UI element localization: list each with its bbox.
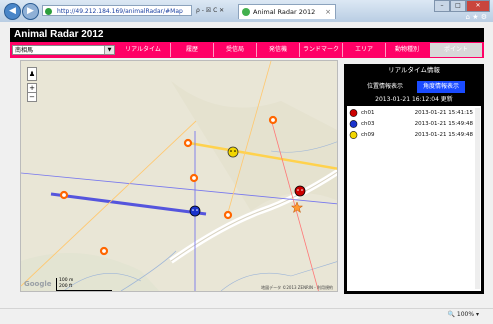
- receiver-station-5: [223, 210, 233, 220]
- receiver-station-2: [183, 138, 193, 148]
- animal-marker-ch09: [227, 146, 239, 158]
- map-view[interactable]: ♟ + − Google 100 m 200 ft 地図データ ©2013 ZE…: [20, 60, 338, 292]
- list-item[interactable]: ch01 2013-01-21 15:41:15: [347, 108, 481, 118]
- animal-icon-ch03: [349, 120, 358, 128]
- animal-time: 2013-01-21 15:41:15: [414, 110, 473, 116]
- scale-meters: 100 m: [59, 278, 74, 283]
- menu-receiver[interactable]: 受信局: [213, 43, 256, 57]
- app-title: Animal Radar 2012: [10, 28, 484, 42]
- site-icon: [45, 8, 52, 15]
- back-button[interactable]: ◀: [4, 3, 21, 20]
- address-bar[interactable]: http://49.212.184.169/animalRadar/#Map: [42, 5, 192, 16]
- settings-gear-icon[interactable]: ⚙: [481, 13, 487, 21]
- zoom-value: 100%: [456, 311, 475, 318]
- animal-name: ch09: [361, 132, 375, 138]
- street-view-pegman-icon[interactable]: ♟: [27, 67, 37, 81]
- map-scale: 100 m 200 ft: [56, 278, 112, 291]
- updated-timestamp: 2013-01-21 16:12:04 更新: [375, 96, 453, 103]
- animal-name: ch03: [361, 121, 375, 127]
- animal-name: ch01: [361, 110, 375, 116]
- maximize-button[interactable]: □: [450, 0, 466, 12]
- animal-time: 2013-01-21 15:49:48: [414, 121, 473, 127]
- chevron-down-icon: ▼: [104, 46, 114, 54]
- animal-marker-ch03: [189, 205, 201, 217]
- animal-list: ch01 2013-01-21 15:41:15 ch03 2013-01-21…: [347, 106, 481, 291]
- forward-button[interactable]: ▶: [22, 3, 39, 20]
- browser-tool-icons: ⌂ ★ ⚙: [466, 13, 487, 21]
- scale-feet: 200 ft: [59, 284, 73, 289]
- menu-area[interactable]: エリア: [342, 43, 385, 57]
- browser-tab[interactable]: Animal Radar 2012 ×: [238, 4, 336, 19]
- animal-marker-ch01: [294, 185, 306, 197]
- animal-time: 2013-01-21 15:49:48: [414, 132, 473, 138]
- menu-transmitter[interactable]: 発信機: [256, 43, 299, 57]
- window-controls: – □ ✕: [434, 0, 490, 12]
- position-info-button[interactable]: 位置情報表示: [361, 81, 409, 93]
- menu-landmark[interactable]: ランドマーク: [299, 43, 342, 57]
- menu-point[interactable]: ポイント: [430, 43, 482, 57]
- address-text: http://49.212.184.169/animalRadar/#Map: [57, 8, 183, 15]
- home-icon[interactable]: ⌂: [466, 13, 470, 21]
- favorites-star-icon[interactable]: ★: [472, 13, 478, 21]
- minimize-button[interactable]: –: [434, 0, 450, 12]
- zoom-out-button[interactable]: −: [27, 92, 37, 102]
- panel-title: リアルタイム情報: [388, 66, 440, 74]
- map-attribution[interactable]: 地図データ ©2013 ZENRIN - 利用規約: [261, 285, 333, 291]
- browser-titlebar: ◀ ▶ http://49.212.184.169/animalRadar/#M…: [0, 0, 493, 22]
- menu-realtime[interactable]: リアルタイム: [117, 43, 169, 57]
- receiver-station-6: [99, 246, 109, 256]
- receiver-station-1: [268, 115, 278, 125]
- tab-title: Animal Radar 2012: [253, 8, 316, 16]
- menu-animal-type[interactable]: 動物種別: [385, 43, 428, 57]
- tab-close-icon[interactable]: ×: [325, 5, 331, 19]
- list-item[interactable]: ch03 2013-01-21 15:49:48: [347, 119, 481, 129]
- map-canvas: [21, 61, 337, 291]
- menu-history[interactable]: 履歴: [170, 43, 213, 57]
- list-item[interactable]: ch09 2013-01-21 15:49:48: [347, 130, 481, 140]
- google-logo: Google: [24, 280, 52, 288]
- receiver-station-4: [59, 190, 69, 200]
- close-window-button[interactable]: ✕: [466, 0, 490, 12]
- direction-info-button[interactable]: 角度情報表示: [417, 81, 465, 93]
- address-tools[interactable]: ρ - ☒ C ✕: [196, 5, 224, 16]
- zoom-level[interactable]: 🔍 100% ▾: [448, 311, 479, 318]
- location-select[interactable]: 南相馬 ▼: [12, 45, 115, 55]
- receiver-station-3: [189, 173, 199, 183]
- location-select-value: 南相馬: [15, 47, 34, 54]
- animal-icon-ch01: [349, 109, 358, 117]
- animal-icon-ch09: [349, 131, 358, 139]
- list-scrollbar[interactable]: [475, 108, 480, 289]
- realtime-info-panel: リアルタイム情報 位置情報表示 角度情報表示 2013-01-21 16:12:…: [344, 64, 484, 294]
- tab-favicon-icon: [242, 8, 250, 16]
- browser-statusbar: [0, 308, 493, 324]
